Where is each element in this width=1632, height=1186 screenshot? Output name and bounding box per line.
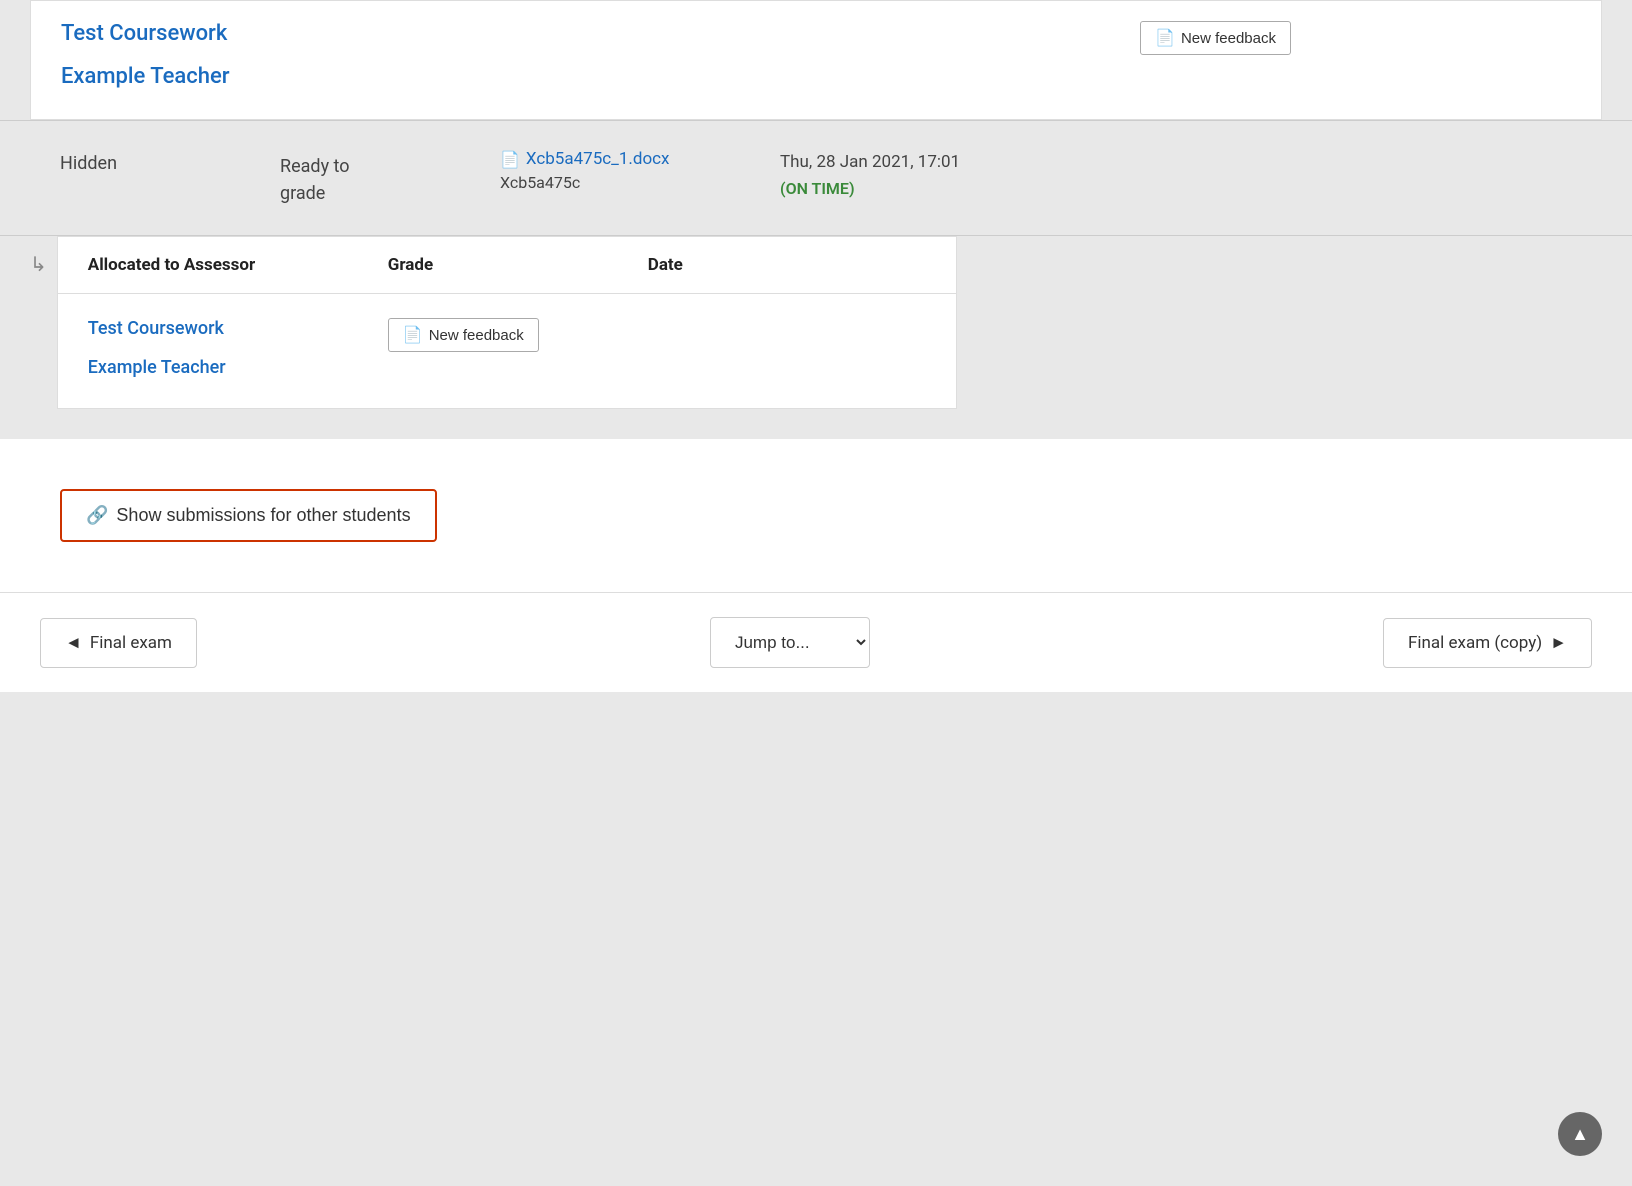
inner-table-row: Test Coursework Example Teacher 📄 New fe… bbox=[58, 294, 956, 408]
file-name: Xcb5a475c_1.docx bbox=[526, 149, 670, 169]
top-coursework-link[interactable]: Test Coursework bbox=[61, 21, 227, 46]
next-nav-button[interactable]: Final exam (copy) ► bbox=[1383, 618, 1592, 668]
show-submissions-button[interactable]: 🔗 Show submissions for other students bbox=[60, 489, 437, 542]
submission-date: Thu, 28 Jan 2021, 17:01 bbox=[780, 149, 1040, 176]
show-submissions-label: Show submissions for other students bbox=[116, 505, 410, 526]
on-time-badge: (ON TIME) bbox=[780, 176, 1040, 202]
top-teacher-link[interactable]: Example Teacher bbox=[61, 64, 1120, 89]
ready-to-grade: Ready tograde bbox=[280, 149, 500, 207]
inner-card: Allocated to Assessor Grade Date Test Co… bbox=[57, 236, 957, 409]
file-id: Xcb5a475c bbox=[500, 173, 780, 192]
inner-table-header: Allocated to Assessor Grade Date bbox=[58, 237, 956, 294]
top-card: Test Coursework Example Teacher 📄 New fe… bbox=[30, 0, 1602, 120]
top-assessor-col: Test Coursework Example Teacher bbox=[61, 21, 1120, 89]
prev-arrow-icon: ◄ bbox=[65, 633, 82, 653]
prev-label: Final exam bbox=[90, 633, 172, 653]
hidden-status: Hidden bbox=[60, 149, 280, 174]
hidden-row: Hidden Ready tograde 📄 Xcb5a475c_1.docx … bbox=[0, 120, 1632, 236]
link-icon: 🔗 bbox=[86, 505, 108, 526]
inner-coursework-link[interactable]: Test Coursework bbox=[88, 318, 388, 339]
inner-feedback-label: New feedback bbox=[429, 327, 524, 344]
doc-icon: 📄 bbox=[1155, 28, 1175, 48]
inner-teacher-link[interactable]: Example Teacher bbox=[88, 357, 388, 378]
file-col: 📄 Xcb5a475c_1.docx Xcb5a475c bbox=[500, 149, 780, 192]
scroll-to-top-button[interactable]: ▲ bbox=[1558, 1112, 1602, 1156]
top-card-row: Test Coursework Example Teacher 📄 New fe… bbox=[61, 21, 1571, 89]
show-submissions-section: 🔗 Show submissions for other students bbox=[0, 439, 1632, 592]
top-grade-col: 📄 New feedback bbox=[1140, 21, 1291, 55]
inner-doc-icon: 📄 bbox=[403, 325, 423, 345]
top-feedback-label: New feedback bbox=[1181, 30, 1276, 47]
hidden-label: Hidden bbox=[60, 153, 117, 174]
inner-grade-col: 📄 New feedback bbox=[388, 318, 648, 352]
file-link[interactable]: 📄 Xcb5a475c_1.docx bbox=[500, 149, 780, 169]
header-grade: Grade bbox=[388, 255, 648, 275]
header-assessor: Allocated to Assessor bbox=[88, 255, 388, 275]
jump-to-select[interactable]: Jump to... bbox=[710, 617, 870, 668]
arrow-row: ↳ Allocated to Assessor Grade Date Test … bbox=[0, 236, 1632, 439]
next-label: Final exam (copy) bbox=[1408, 633, 1542, 653]
inner-assessor-col: Test Coursework Example Teacher bbox=[88, 318, 388, 378]
date-col: Thu, 28 Jan 2021, 17:01 (ON TIME) bbox=[780, 149, 1040, 202]
top-new-feedback-button[interactable]: 📄 New feedback bbox=[1140, 21, 1291, 55]
file-doc-icon: 📄 bbox=[500, 150, 520, 169]
arrow-corner-icon: ↳ bbox=[30, 252, 47, 276]
header-date: Date bbox=[648, 255, 848, 275]
scroll-top-icon: ▲ bbox=[1571, 1124, 1589, 1145]
footer-nav: ◄ Final exam Jump to... Final exam (copy… bbox=[0, 592, 1632, 692]
inner-new-feedback-button[interactable]: 📄 New feedback bbox=[388, 318, 539, 352]
grade-status-text: Ready tograde bbox=[280, 156, 350, 204]
prev-nav-button[interactable]: ◄ Final exam bbox=[40, 618, 197, 668]
next-arrow-icon: ► bbox=[1550, 633, 1567, 653]
page-wrapper: Test Coursework Example Teacher 📄 New fe… bbox=[0, 0, 1632, 692]
